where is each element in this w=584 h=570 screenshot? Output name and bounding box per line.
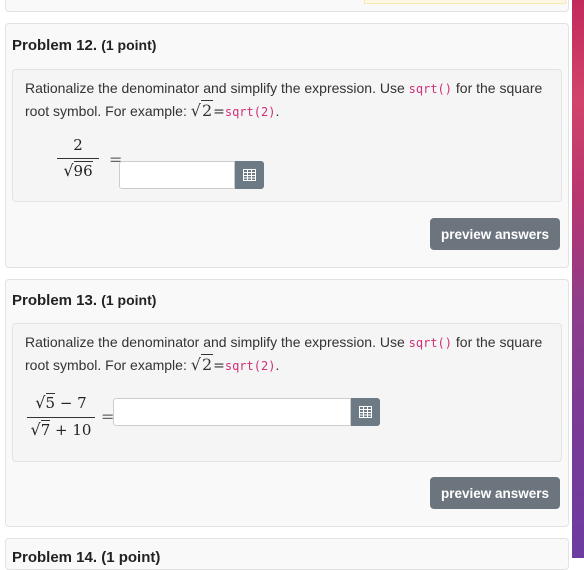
example-sqrt: √2 — [190, 354, 214, 374]
fraction-numerator: √5 − 7 — [35, 393, 87, 412]
fraction-bar — [27, 417, 95, 418]
problem-14-card: Problem 14. (1 point) — [5, 538, 569, 570]
problem-13-title: Problem 13. (1 point) — [12, 292, 156, 309]
problem-12-card: Problem 12. (1 point) Rationalize the de… — [5, 23, 569, 268]
desktop-background-strip — [572, 0, 584, 558]
equation-editor-button[interactable] — [351, 398, 380, 426]
code-example: sqrt(2) — [224, 359, 276, 373]
preview-answers-button[interactable]: preview answers — [430, 218, 560, 250]
code-sqrt: sqrt() — [408, 336, 453, 350]
problem-points: (1 point) — [101, 37, 157, 53]
problem-13-card: Problem 13. (1 point) Rationalize the de… — [5, 279, 569, 527]
problem-12-instructions: Rationalize the denominator and simplify… — [25, 80, 543, 120]
problem-12-body: Rationalize the denominator and simplify… — [12, 69, 562, 202]
fraction-denominator: √96 — [63, 161, 93, 180]
code-sqrt: sqrt() — [408, 82, 453, 96]
fraction-numerator: 2 — [73, 136, 83, 154]
previous-message-box — [364, 0, 566, 4]
fraction-denominator: √7 + 10 — [30, 420, 92, 439]
preview-answers-button[interactable]: preview answers — [430, 477, 560, 509]
equation-editor-button[interactable] — [235, 161, 264, 189]
problem-number: Problem 13. — [12, 292, 98, 309]
problem-13-body: Rationalize the denominator and simplify… — [12, 323, 562, 462]
problem-number: Problem 12. — [12, 37, 98, 54]
answer-input[interactable] — [119, 161, 235, 189]
answer-input[interactable] — [113, 398, 351, 426]
code-example: sqrt(2) — [224, 105, 276, 119]
problem-13-instructions: Rationalize the denominator and simplify… — [25, 334, 543, 374]
problem-12-title: Problem 12. (1 point) — [12, 37, 156, 54]
example-sqrt: √2 — [190, 100, 214, 120]
grid-table-icon — [243, 169, 256, 181]
fraction-bar — [57, 158, 99, 159]
previous-problem-fragment — [5, 0, 569, 12]
problem-points: (1 point) — [101, 292, 157, 308]
grid-table-icon — [359, 406, 372, 418]
